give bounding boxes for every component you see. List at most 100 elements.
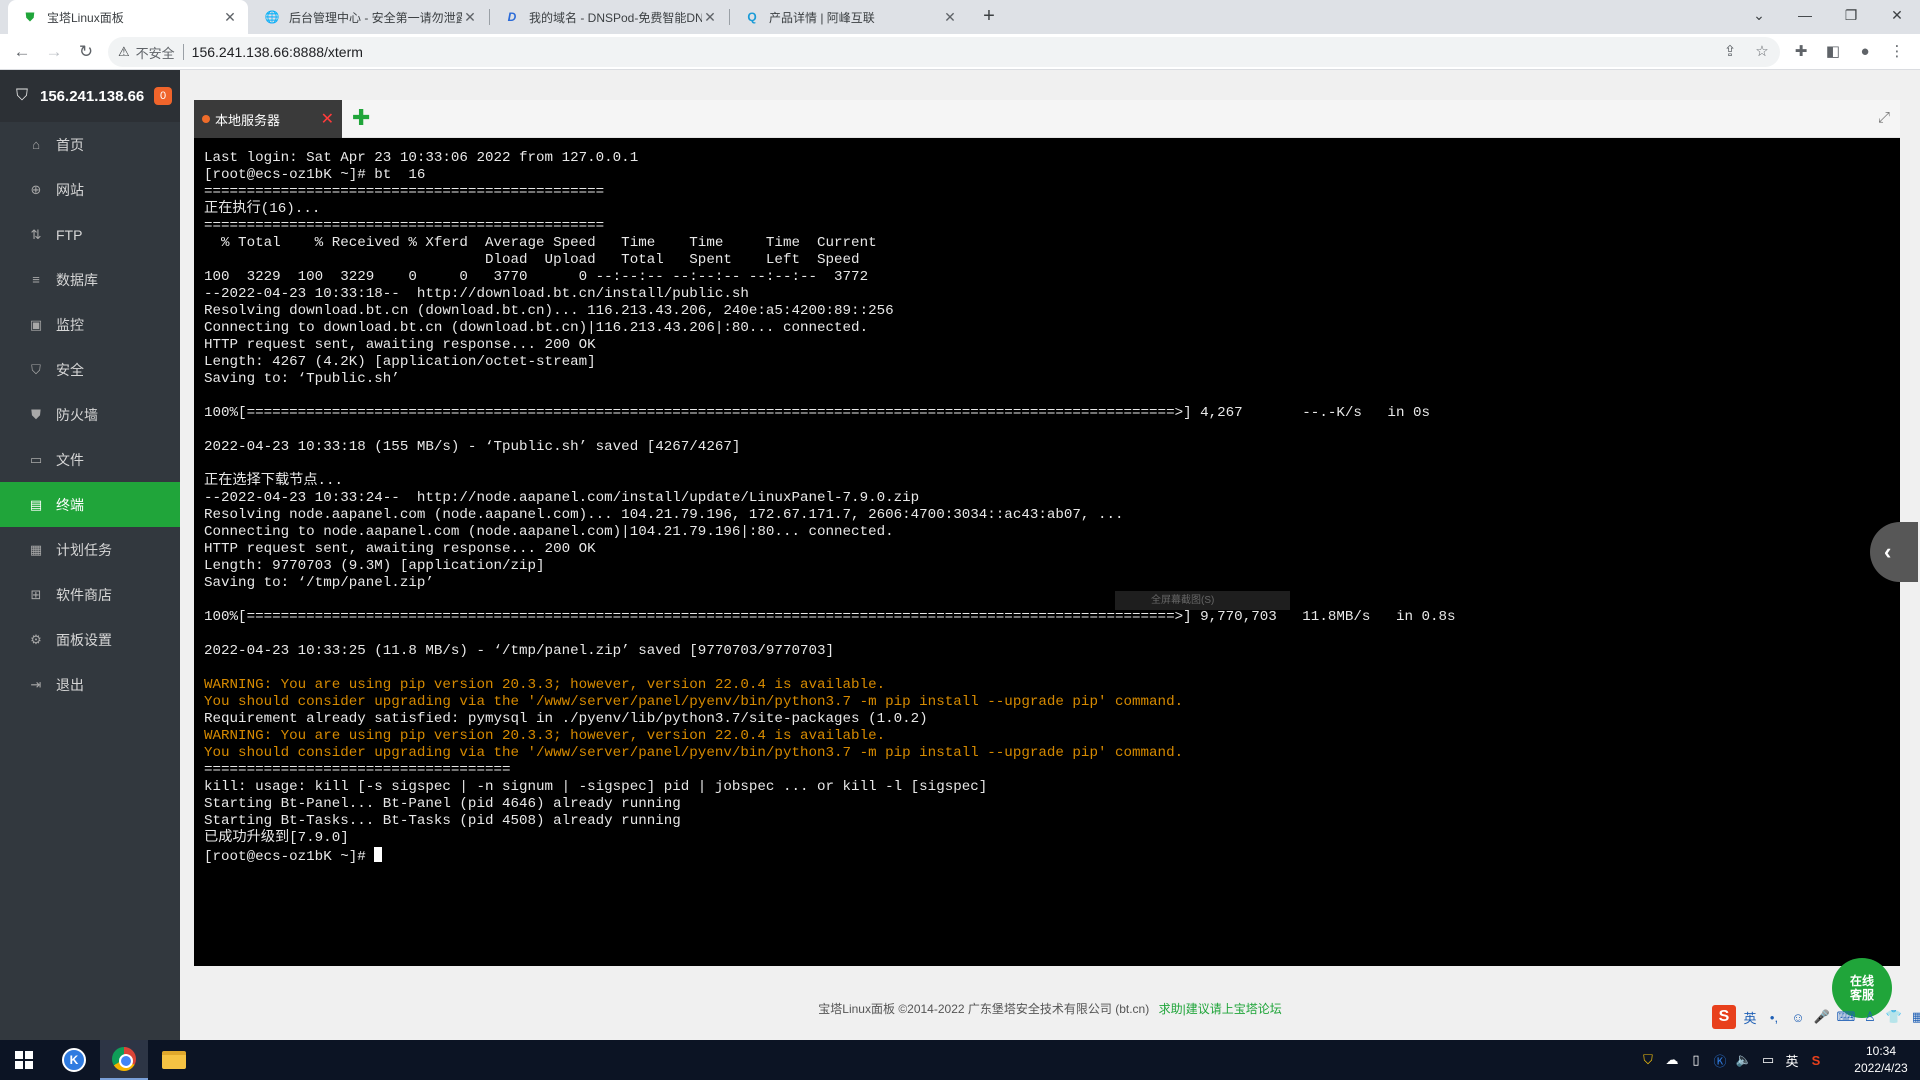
terminal-line-text: Starting Bt-Tasks... Bt-Tasks (pid 4508)… (204, 813, 681, 829)
add-terminal-icon[interactable]: ✚ (352, 105, 370, 131)
minimize-button[interactable]: — (1782, 0, 1828, 32)
ime-lang-toggle[interactable]: 英 (1740, 1007, 1760, 1027)
terminal-tab-bar: 本地服务器 ✕ ✚ ⤢ (194, 100, 1900, 138)
system-tray: ⛉ ☁ ▯ Ⓚ 🔈 ▭ 英 S (1636, 1040, 1828, 1080)
sidebar-item-label: 首页 (56, 136, 84, 153)
support-label-2: 客服 (1849, 988, 1874, 1002)
terminal-line: WARNING: You are using pip version 20.3.… (204, 677, 1900, 694)
close-tab-icon[interactable]: ✕ (702, 9, 718, 26)
side-panel-icon[interactable]: ◧ (1819, 38, 1847, 66)
terminal-line: Starting Bt-Tasks... Bt-Tasks (pid 4508)… (204, 813, 1900, 830)
emoji-icon[interactable]: ☺ (1788, 1007, 1808, 1027)
sidebar-item-3[interactable]: ≡ 数据库 (0, 257, 180, 302)
extensions-puzzle-icon[interactable]: ✚ (1787, 38, 1815, 66)
new-tab-button[interactable]: + (976, 4, 1002, 30)
battery-tray-icon[interactable]: ▯ (1684, 1052, 1708, 1068)
sidebar-item-11[interactable]: ⚙ 面板设置 (0, 617, 180, 662)
volume-tray-icon[interactable]: 🔈 (1732, 1052, 1756, 1068)
omnibox-separator (182, 44, 184, 60)
sidebar-item-6[interactable]: ⛊ 防火墙 (0, 392, 180, 437)
sidebar-item-12[interactable]: ⇥ 退出 (0, 662, 180, 707)
terminal-line: Requirement already satisfied: pymysql i… (204, 711, 1900, 728)
tray-lang-indicator[interactable]: 英 (1780, 1051, 1804, 1070)
browser-menu-icon[interactable]: ⋮ (1883, 38, 1911, 66)
main-content: 本地服务器 ✕ ✚ ⤢ Last login: Sat Apr 23 10:33… (180, 70, 1920, 1040)
sidebar-item-5[interactable]: ⛉ 安全 (0, 347, 180, 392)
sidebar-item-10[interactable]: ⊞ 软件商店 (0, 572, 180, 617)
terminal-line-text: ========================================… (204, 218, 605, 234)
close-tab-icon[interactable]: ✕ (462, 9, 478, 26)
restore-button[interactable]: ❐ (1828, 0, 1874, 32)
fullscreen-expand-icon[interactable]: ⤢ (1878, 109, 1890, 126)
monitor-tray-icon[interactable]: ▭ (1756, 1052, 1780, 1068)
sidebar-item-8[interactable]: ▤ 终端 (0, 482, 180, 527)
close-terminal-tab-icon[interactable]: ✕ (321, 109, 334, 129)
terminal-line: Last login: Sat Apr 23 10:33:06 2022 fro… (204, 150, 1900, 167)
browser-tab-admin[interactable]: 🌐 后台管理中心 - 安全第一请勿泄露 ✕ (250, 0, 488, 34)
sidebar-item-4[interactable]: ▣ 监控 (0, 302, 180, 347)
forum-link[interactable]: 求助|建议请上宝塔论坛 (1159, 1002, 1282, 1016)
taskbar-clock[interactable]: 10:34 2022/4/23 (1836, 1043, 1920, 1077)
profile-avatar-icon[interactable]: ● (1851, 38, 1879, 66)
tab-search-button[interactable]: ⌄ (1736, 0, 1782, 32)
taskbar-app-chrome[interactable] (100, 1040, 148, 1080)
terminal-line: You should consider upgrading via the '/… (204, 745, 1900, 762)
notification-badge[interactable]: 0 (154, 87, 172, 105)
sidebar-item-9[interactable]: ▦ 计划任务 (0, 527, 180, 572)
windows-logo-icon (15, 1051, 33, 1069)
toolbox-icon[interactable]: ▦ (1908, 1007, 1920, 1027)
terminal-tab-local-server[interactable]: 本地服务器 ✕ (194, 100, 342, 138)
terminal-line: ========================================… (204, 184, 1900, 201)
share-icon[interactable]: ⇪ (1716, 38, 1744, 66)
sidebar-item-1[interactable]: ⊕ 网站 (0, 167, 180, 212)
keyboard-icon[interactable]: ⌨ (1836, 1007, 1856, 1027)
browser-tab-dnspod[interactable]: D 我的域名 - DNSPod-免费智能DNS ✕ (490, 0, 728, 34)
sidebar-item-label: 监控 (56, 316, 84, 333)
security-shield-tray-icon[interactable]: ⛉ (1636, 1052, 1660, 1068)
sogou-ime-icon[interactable]: S (1712, 1005, 1736, 1029)
start-button[interactable] (0, 1040, 48, 1080)
terminal-line: Saving to: ‘/tmp/panel.zip’ (204, 575, 1900, 592)
back-button[interactable]: ← (8, 38, 36, 66)
bookmark-star-icon[interactable]: ☆ (1748, 38, 1776, 66)
sidebar-item-0[interactable]: ⌂ 首页 (0, 122, 180, 167)
taskbar-app-k[interactable]: K (50, 1040, 98, 1080)
terminal-line: Length: 9770703 (9.3M) [application/zip] (204, 558, 1900, 575)
terminal-output[interactable]: Last login: Sat Apr 23 10:33:06 2022 fro… (194, 138, 1900, 966)
user-icon[interactable]: ♙ (1860, 1007, 1880, 1027)
sidebar-item-7[interactable]: ▭ 文件 (0, 437, 180, 482)
k-tray-icon[interactable]: Ⓚ (1708, 1051, 1732, 1070)
address-bar[interactable]: ⚠ 不安全 156.241.138.66:8888/xterm (108, 37, 1780, 67)
close-tab-icon[interactable]: ✕ (942, 9, 958, 26)
url-text[interactable]: 156.241.138.66:8888/xterm (192, 44, 363, 60)
sogou-tray-icon[interactable]: S (1804, 1053, 1828, 1068)
skin-icon[interactable]: 👕 (1884, 1007, 1904, 1027)
close-window-button[interactable]: ✕ (1874, 0, 1920, 32)
terminal-cursor (374, 847, 383, 862)
terminal-line: Resolving download.bt.cn (download.bt.cn… (204, 303, 1900, 320)
terminal-line: Connecting to download.bt.cn (download.b… (204, 320, 1900, 337)
network-tray-icon[interactable]: ☁ (1660, 1052, 1684, 1068)
k-app-icon: K (62, 1048, 86, 1072)
close-tab-icon[interactable]: ✕ (222, 9, 238, 26)
taskbar-app-explorer[interactable] (150, 1040, 198, 1080)
microphone-icon[interactable]: 🎤 (1812, 1007, 1832, 1027)
reload-button[interactable]: ↻ (72, 38, 100, 66)
terminal-line: 2022-04-23 10:33:18 (155 MB/s) - ‘Tpubli… (204, 439, 1900, 456)
terminal-line: kill: usage: kill [-s sigspec | -n signu… (204, 779, 1900, 796)
punctuation-icon[interactable]: •, (1764, 1007, 1784, 1027)
server-ip[interactable]: 156.241.138.66 (40, 88, 154, 105)
browser-tab-product[interactable]: Q 产品详情 | 阿峰互联 ✕ (730, 0, 968, 34)
home-icon: ⌂ (32, 137, 40, 152)
folder-icon: ▭ (29, 451, 43, 467)
forward-button[interactable]: → (40, 38, 68, 66)
warning-triangle-icon[interactable]: ⚠ (118, 44, 130, 60)
tab-title: 产品详情 | 阿峰互联 (769, 10, 875, 25)
security-label[interactable]: 不安全 (136, 43, 175, 62)
browser-tab-baota[interactable]: ⛊ 宝塔Linux面板 ✕ (8, 0, 248, 34)
sidebar-item-2[interactable]: ⇅ FTP (0, 212, 180, 257)
terminal-line: 2022-04-23 10:33:25 (11.8 MB/s) - ‘/tmp/… (204, 643, 1900, 660)
